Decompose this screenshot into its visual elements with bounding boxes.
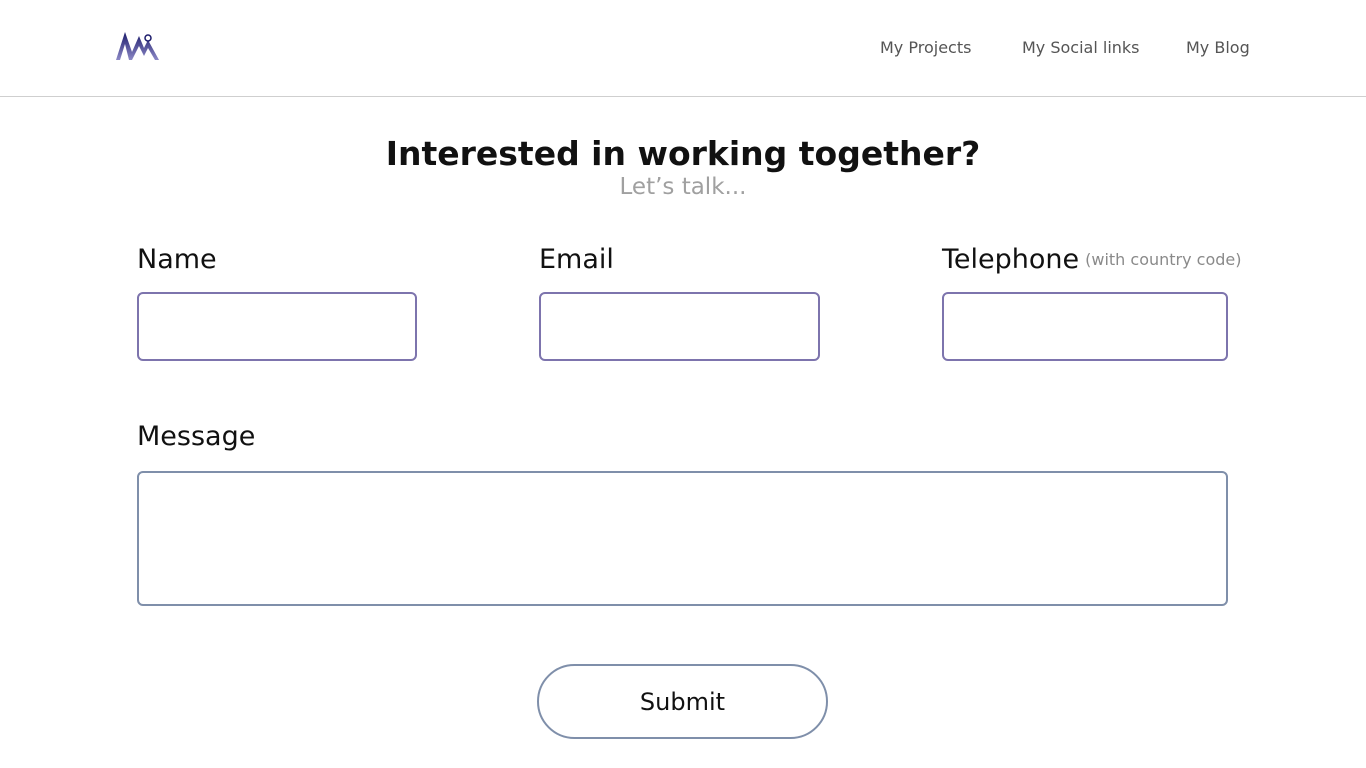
name-input[interactable] bbox=[137, 292, 417, 361]
message-textarea[interactable] bbox=[137, 471, 1228, 606]
logo-icon[interactable] bbox=[113, 26, 163, 66]
message-label-text: Message bbox=[137, 421, 256, 452]
message-label: Message bbox=[137, 420, 255, 454]
email-label-text: Email bbox=[539, 244, 614, 275]
telephone-label-text: Telephone bbox=[942, 244, 1080, 275]
page-subtitle: Let’s talk... bbox=[619, 174, 747, 200]
telephone-hint: (with country code) bbox=[1085, 250, 1242, 269]
nav-link-my-projects[interactable]: My Projects bbox=[880, 37, 971, 59]
site-header: My Projects My Social links My Blog bbox=[0, 0, 1366, 97]
submit-button[interactable]: Submit bbox=[537, 664, 828, 739]
email-input[interactable] bbox=[539, 292, 820, 361]
email-label: Email bbox=[539, 243, 614, 277]
telephone-input[interactable] bbox=[942, 292, 1228, 361]
nav-link-my-blog[interactable]: My Blog bbox=[1186, 37, 1250, 59]
name-label-text: Name bbox=[137, 244, 217, 275]
nav-link-my-social-links[interactable]: My Social links bbox=[1022, 37, 1140, 59]
page-title: Interested in working together? bbox=[385, 134, 981, 173]
logo-mountain-icon bbox=[116, 32, 159, 60]
name-label: Name bbox=[137, 243, 217, 277]
telephone-label: Telephone (with country code) bbox=[942, 243, 1242, 277]
